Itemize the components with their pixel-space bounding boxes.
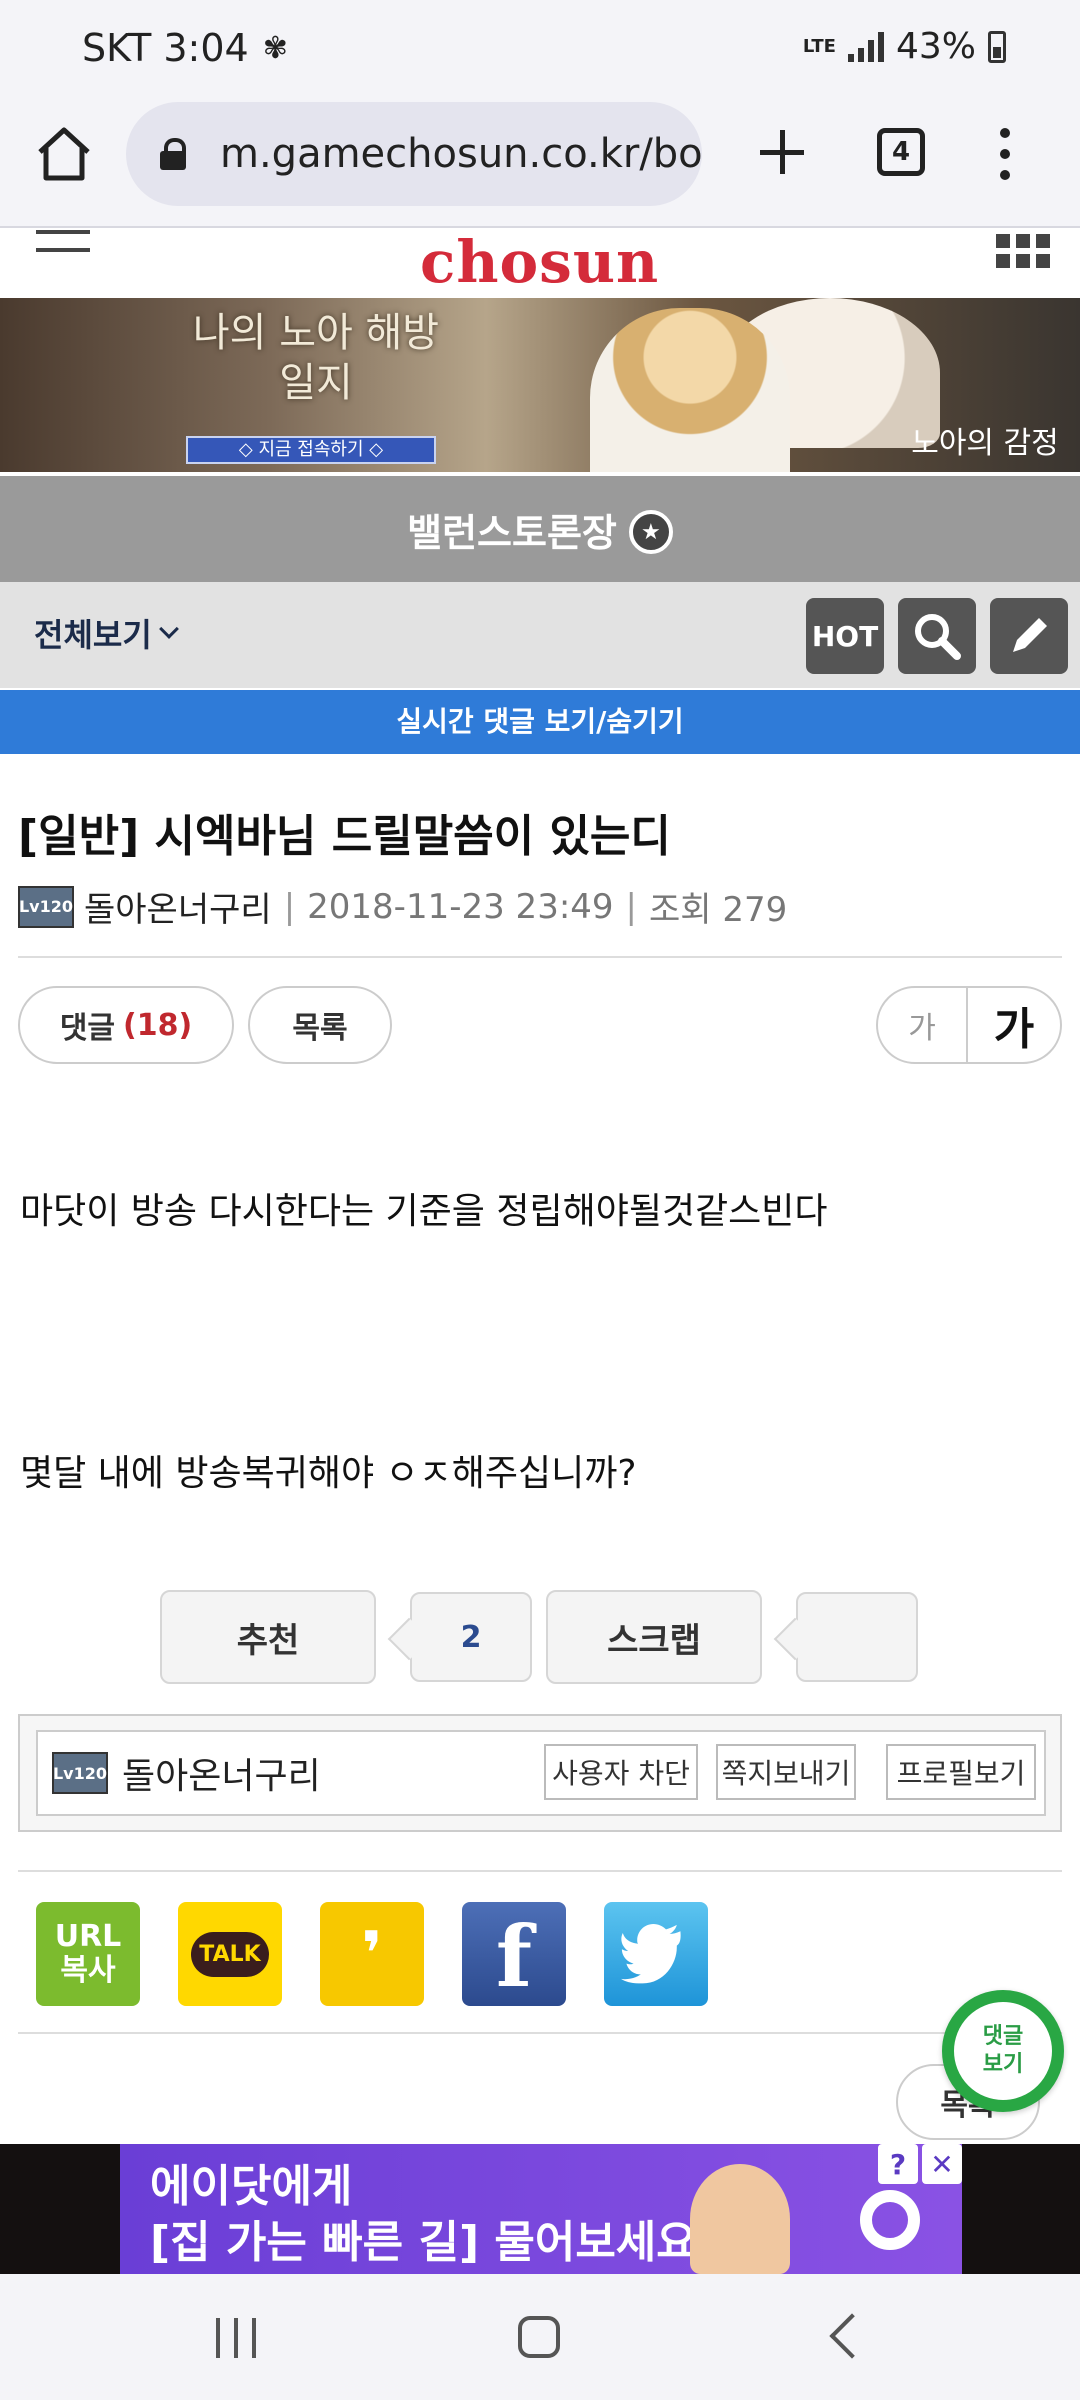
twitter-share-button[interactable] [604,1902,708,2006]
ad-subline: [집 가는 빠른 길] 물어보세요 [150,2217,697,2268]
kakaostory-icon: ❜ [361,1919,383,1989]
font-smaller-button[interactable]: 가 [878,988,968,1062]
divider [18,956,1062,958]
status-bar: SKT 3:04 ✾ LTE 43% [0,0,1080,100]
url-copy-label: URL [54,1919,122,1954]
separator: | [283,886,296,927]
board-title: 밸런스토론장 [407,510,617,555]
ad-close-icon[interactable]: ✕ [922,2144,962,2184]
post-body-line: 몇달 내에 방송복귀해야 ㅇㅈ해주십니까? [20,1453,637,1494]
ad-content[interactable]: 에이닷에게 [집 가는 빠른 길] 물어보세요 ? ✕ [120,2144,962,2274]
battery-percent: 43% [895,26,976,67]
more-menu-icon[interactable] [995,128,1015,180]
star-icon[interactable]: ★ [628,510,673,554]
kakaotalk-share-button[interactable]: TALK [178,1902,282,2006]
search-icon [915,614,961,660]
filter-bar: 전체보기 HOT [0,582,1080,688]
notification-icon: ✾ [262,30,288,66]
back-icon[interactable] [829,2313,875,2359]
post-author[interactable]: 돌아온너구리 [84,882,272,931]
apps-grid-icon[interactable] [996,234,1052,268]
comments-count: (18) [123,1007,193,1043]
url-text: m.gamechosun.co.kr/bo [220,131,702,177]
fab-label: 댓글 보기 [982,2024,1024,2077]
recommend-button[interactable]: 추천 [160,1590,376,1684]
write-button[interactable] [990,598,1068,674]
post-date: 2018-11-23 23:49 [307,886,614,927]
signal-icon [847,31,884,62]
view-all-dropdown[interactable]: 전체보기 [34,610,179,656]
ad-logo-icon [860,2190,920,2250]
twitter-bird-icon [621,1924,681,1984]
status-left: SKT 3:04 ✾ [82,26,288,70]
facebook-icon: f [495,1907,533,2006]
system-nav-bar [0,2274,1080,2400]
post-title: [일반] 시엑바님 드릴말씀이 있는디 [18,811,671,862]
comments-label: 댓글 [59,1011,116,1046]
ad-mascot-art [690,2164,790,2274]
kakaostory-share-button[interactable]: ❜ [320,1902,424,2006]
site-header: chosun [0,228,1080,298]
recommend-count: 2 [410,1592,532,1682]
view-all-label: 전체보기 [34,616,152,654]
address-bar[interactable]: m.gamechosun.co.kr/bo [126,102,702,206]
view-profile-button[interactable]: 프로필보기 [886,1744,1036,1800]
post-views: 조회 279 [649,890,788,930]
post-meta: Lv120 돌아온너구리 | 2018-11-23 23:49 | 조회 279 [18,882,787,931]
url-copy-label: 복사 [60,1953,116,1988]
kakaotalk-icon: TALK [191,1931,269,1977]
banner-title: 나의 노아 해방일지 [192,310,440,406]
ad-info-icon[interactable]: ? [878,2144,918,2184]
font-size-toggle: 가 가 [876,986,1062,1064]
hamburger-menu-icon[interactable] [36,230,90,252]
separator: | [625,886,638,927]
banner-character-art [590,308,790,472]
comments-button[interactable]: 댓글 (18) [18,986,234,1064]
url-copy-button[interactable]: URL 복사 [36,1902,140,2006]
comment-toggle-bar[interactable]: 실시간 댓글 보기/숨기기 [0,690,1080,754]
author-box: Lv120 돌아온너구리 사용자 차단 쪽지보내기 프로필보기 [18,1714,1062,1832]
lock-icon [160,138,186,170]
ad-headline: 에이닷에게 [150,2161,353,2212]
view-comments-fab[interactable]: 댓글 보기 [942,1990,1064,2112]
level-badge-icon: Lv120 [52,1752,108,1794]
divider [18,2032,1062,2034]
carrier-time: SKT 3:04 [82,26,249,70]
send-message-button[interactable]: 쪽지보내기 [716,1744,856,1800]
board-title-bar: 밸런스토론장 ★ [0,476,1080,582]
scrap-button[interactable]: 스크랩 [546,1590,762,1684]
chevron-down-icon [158,619,179,639]
divider [18,1870,1062,1872]
game-banner[interactable]: 나의 노아 해방일지 ◇ 지금 접속하기 ◇ 노아의 감정 [0,298,1080,472]
scrap-count [796,1592,918,1682]
new-tab-icon[interactable] [752,122,812,182]
banner-cta-button[interactable]: ◇ 지금 접속하기 ◇ [186,436,436,464]
pencil-icon [1013,618,1047,652]
author-name[interactable]: 돌아온너구리 [122,1747,321,1799]
home-icon[interactable] [32,122,96,186]
battery-icon [988,30,1006,63]
search-button[interactable] [898,598,976,674]
banner-game-logo: 노아의 감정 [911,426,1059,461]
lte-icon: LTE [802,35,836,57]
recent-apps-icon[interactable] [216,2318,256,2358]
hot-button[interactable]: HOT [806,598,884,674]
home-nav-icon[interactable] [518,2316,560,2358]
ad-controls: ? ✕ [878,2144,962,2184]
status-right: LTE 43% [803,26,1006,67]
tab-switcher-button[interactable]: 4 [877,128,925,176]
list-button[interactable]: 목록 [248,986,392,1064]
ad-banner[interactable]: 에이닷에게 [집 가는 빠른 길] 물어보세요 ? ✕ [0,2144,1080,2274]
site-logo[interactable]: chosun [420,228,659,296]
post-body-line: 마닷이 방송 다시한다는 기준을 정립해야될것같스빈다 [20,1191,828,1232]
level-badge-icon: Lv120 [18,885,74,928]
block-user-button[interactable]: 사용자 차단 [544,1744,698,1800]
font-larger-button[interactable]: 가 [968,988,1060,1062]
browser-toolbar: m.gamechosun.co.kr/bo 4 [0,100,1080,228]
facebook-share-button[interactable]: f [462,1902,566,2006]
